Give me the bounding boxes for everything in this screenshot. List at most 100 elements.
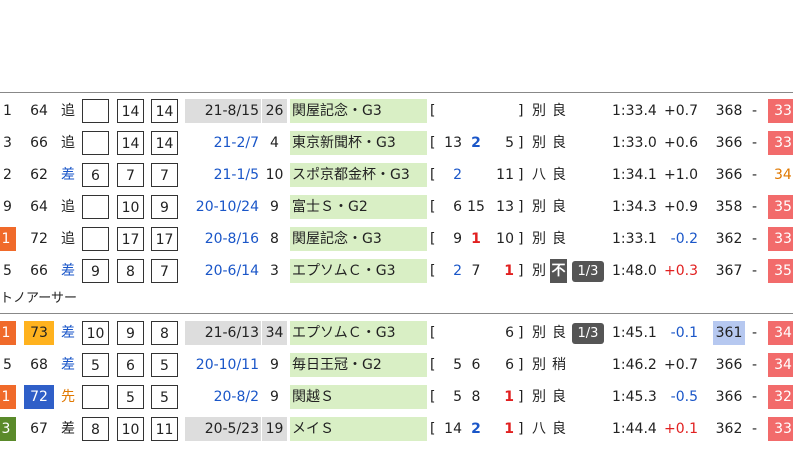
rating-value: 68 bbox=[30, 357, 48, 373]
track-condition: 良 bbox=[552, 325, 566, 341]
table-top-border bbox=[0, 92, 793, 93]
race-date-link[interactable]: 21-6/13 bbox=[185, 321, 261, 345]
passing-2: 6 bbox=[471, 357, 481, 373]
field-box: 14 bbox=[117, 99, 144, 123]
table-row[interactable]: 3 67 差 8 10 11 20-5/23 19 メイＳ[14 2 1] 八良 1:44.4 +0.1 3… bbox=[0, 414, 793, 444]
separator-dash: - bbox=[752, 103, 758, 119]
race-name-link[interactable]: 毎日王冠・G2 bbox=[290, 353, 427, 377]
track-type: 八 bbox=[532, 167, 546, 183]
passing-3: 1 bbox=[504, 421, 514, 437]
race-time: 1:48.0 bbox=[612, 263, 657, 279]
table-row[interactable]: 1 72 先 5 5 20-8/2 9 関越Ｓ[5 8 1] 別良 1:45.3 -0.5 366-32 bbox=[0, 382, 793, 412]
table-row[interactable]: 5 66 差 9 8 7 20-6/14 3 エプソムＣ・G3[2 7 1] 別不 1/3 1:48.0 +… bbox=[0, 256, 793, 286]
passing-3: 1 bbox=[504, 263, 514, 279]
race-name-link[interactable]: スポ京都金杯・G3 bbox=[290, 163, 427, 187]
separator-dash: - bbox=[752, 263, 758, 279]
horse-name-label: トノアーサー bbox=[0, 291, 77, 306]
track-condition: 稍 bbox=[552, 357, 566, 373]
agari-rank-badge: 34 bbox=[774, 167, 792, 183]
entry-count: 9 bbox=[270, 199, 279, 215]
finish-number: 3 bbox=[3, 135, 12, 151]
time-diff: +0.7 bbox=[664, 103, 698, 119]
race-name-link[interactable]: 富士Ｓ・G2 bbox=[290, 195, 427, 219]
bracket-open: [ bbox=[430, 357, 436, 373]
running-style: 差 bbox=[61, 325, 75, 341]
rating-value: 64 bbox=[30, 103, 48, 119]
finish-number: 1 bbox=[3, 103, 12, 119]
race-date-link[interactable]: 20-5/23 bbox=[185, 417, 261, 441]
race-date-link[interactable]: 21-1/5 bbox=[185, 160, 261, 190]
running-style: 先 bbox=[61, 389, 75, 405]
race-time: 1:46.2 bbox=[612, 357, 657, 373]
table-row[interactable]: 5 68 差 5 6 5 20-10/11 9 毎日王冠・G2[5 6 6] 別稍 1:46.2 +0.7… bbox=[0, 350, 793, 380]
race-date-link[interactable]: 20-10/24 bbox=[185, 192, 261, 222]
passing-2 bbox=[466, 160, 486, 190]
race-date-link[interactable]: 21-8/15 bbox=[185, 99, 261, 123]
finish-number: 1 bbox=[0, 227, 16, 251]
entry-count: 19 bbox=[262, 417, 287, 441]
last-3f: 361 bbox=[713, 321, 745, 345]
bracket-open: [ bbox=[430, 199, 436, 215]
race-name-link[interactable]: エプソムＣ・G3 bbox=[290, 321, 427, 345]
bracket-close: ] bbox=[518, 167, 524, 183]
entry-count: 9 bbox=[270, 357, 279, 373]
race-time: 1:34.1 bbox=[612, 167, 657, 183]
entry-count: 3 bbox=[270, 263, 279, 279]
agari-rank-badge: 35 bbox=[768, 259, 793, 283]
rating-value: 72 bbox=[30, 231, 48, 247]
position-box: 14 bbox=[151, 131, 178, 155]
running-style: 差 bbox=[61, 167, 75, 183]
race-name-link[interactable]: 関越Ｓ bbox=[290, 385, 427, 409]
race-name-link[interactable]: メイＳ bbox=[290, 417, 427, 441]
passing-3: 6 bbox=[505, 357, 514, 373]
track-type: 別 bbox=[532, 199, 546, 215]
last-3f: 362 bbox=[715, 231, 743, 247]
running-style: 追 bbox=[61, 103, 75, 119]
time-diff: +0.3 bbox=[664, 263, 698, 279]
passing-1: 9 bbox=[453, 231, 462, 247]
time-diff: +1.0 bbox=[664, 167, 698, 183]
race-date-link[interactable]: 20-8/16 bbox=[185, 224, 261, 254]
separator-dash: - bbox=[752, 357, 758, 373]
race-name-link[interactable]: 関屋記念・G3 bbox=[290, 227, 427, 251]
table-row[interactable]: 1 73 差 10 9 8 21-6/13 34 エプソムＣ・G3[6] 別良 1/3 1:45.1-… bbox=[0, 318, 793, 348]
rating-value: 62 bbox=[30, 167, 48, 183]
time-diff: +0.9 bbox=[664, 199, 698, 215]
bracket-open: [ bbox=[430, 167, 436, 183]
entry-count: 4 bbox=[270, 135, 279, 151]
race-name-link[interactable]: 関屋記念・G3 bbox=[290, 99, 427, 123]
entry-count: 8 bbox=[270, 231, 279, 247]
race-name-link[interactable]: エプソムＣ・G3 bbox=[290, 259, 427, 283]
table-row[interactable]: 1 64 追 14 14 21-8/15 26 関屋記念・G3[] 別良 1:33.4 +0.7 36… bbox=[0, 96, 793, 126]
table-row[interactable]: 9 64 追 10 9 20-10/24 9 富士Ｓ・G2[6 15 13] 別良 1:34.3 +0.… bbox=[0, 192, 793, 222]
race-date-link[interactable]: 20-8/2 bbox=[185, 382, 261, 412]
race-time: 1:44.4 bbox=[612, 421, 657, 437]
race-date-link[interactable]: 20-6/14 bbox=[185, 256, 261, 286]
track-condition: 良 bbox=[552, 135, 566, 151]
passing-1: 5 bbox=[453, 357, 462, 373]
bracket-close: ] bbox=[518, 357, 524, 373]
race-date-link[interactable]: 21-2/7 bbox=[185, 128, 261, 158]
race-date-link[interactable]: 20-10/11 bbox=[185, 350, 261, 380]
race-name-link[interactable]: 東京新聞杯・G3 bbox=[290, 131, 427, 155]
finish-number: 5 bbox=[3, 263, 12, 279]
passing-3: 1 bbox=[504, 389, 514, 405]
bracket-close: ] bbox=[518, 325, 524, 341]
table-row[interactable]: 3 66 追 14 14 21-2/7 4 東京新聞杯・G3[13 2 5] 別良 1:33.0 +0.… bbox=[0, 128, 793, 158]
running-style: 差 bbox=[61, 263, 75, 279]
last-3f: 367 bbox=[715, 263, 743, 279]
gate-box bbox=[82, 385, 109, 409]
track-type: 八 bbox=[532, 421, 546, 437]
track-type: 別 bbox=[532, 103, 546, 119]
table-row[interactable]: 1 72 追 17 17 20-8/16 8 関屋記念・G3[9 1 10] 別良 1:33.1 -0.… bbox=[0, 224, 793, 254]
gate-box bbox=[82, 99, 109, 123]
table-row[interactable]: 2 62 差 6 7 7 21-1/5 10 スポ京都金杯・G3[2 11] 八良 1:34.1 +1.… bbox=[0, 160, 793, 190]
entry-count: 10 bbox=[265, 167, 284, 183]
bracket-close: ] bbox=[518, 103, 524, 119]
last-3f: 366 bbox=[715, 135, 743, 151]
position-box: 17 bbox=[151, 227, 178, 251]
field-box: 5 bbox=[117, 385, 144, 409]
passing-1: 14 bbox=[444, 421, 462, 437]
bracket-open: [ bbox=[430, 421, 436, 437]
last-3f: 366 bbox=[715, 167, 743, 183]
